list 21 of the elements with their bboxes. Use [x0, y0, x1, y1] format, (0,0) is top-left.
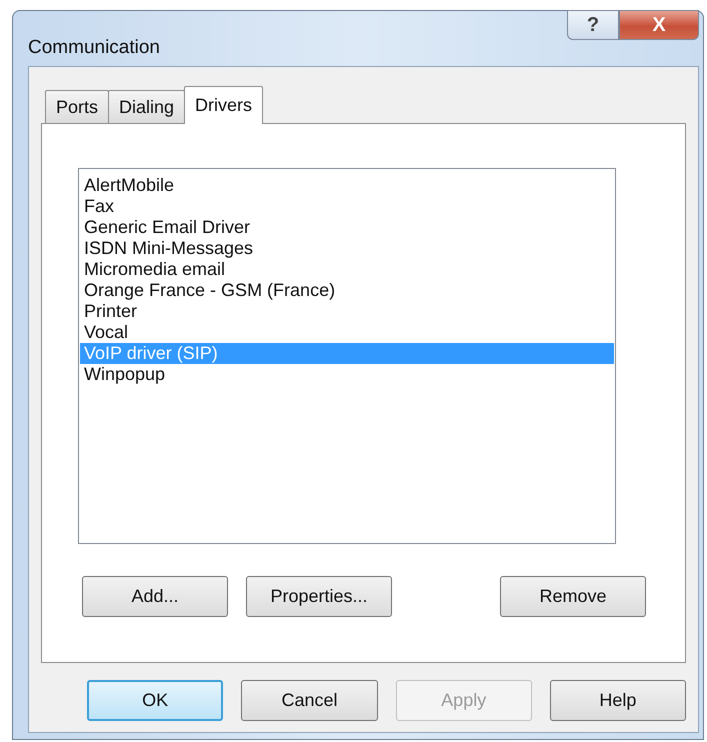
list-item[interactable]: Winpopup — [80, 364, 614, 385]
list-item[interactable]: ISDN Mini-Messages — [80, 238, 614, 259]
properties-button[interactable]: Properties... — [246, 576, 392, 617]
add-button[interactable]: Add... — [82, 576, 228, 617]
close-button[interactable]: X — [619, 10, 699, 40]
list-item[interactable]: Printer — [80, 301, 614, 322]
list-item[interactable]: Generic Email Driver — [80, 217, 614, 238]
help-button[interactable]: ? — [567, 10, 619, 40]
list-item[interactable]: Vocal — [80, 322, 614, 343]
tab[interactable]: Ports — [45, 90, 110, 123]
ok-button[interactable]: OK — [87, 680, 224, 721]
list-item[interactable]: AlertMobile — [80, 175, 614, 196]
cancel-button[interactable]: Cancel — [241, 680, 378, 721]
list-item[interactable]: Orange France - GSM (France) — [80, 280, 614, 301]
list-item[interactable]: Fax — [80, 196, 614, 217]
remove-button[interactable]: Remove — [500, 576, 646, 617]
window-title: Communication — [28, 37, 160, 59]
tab[interactable]: Dialing — [108, 90, 186, 123]
help-button[interactable]: Help — [550, 680, 686, 721]
list-item[interactable]: Micromedia email — [80, 259, 614, 280]
tab[interactable]: Drivers — [184, 86, 264, 124]
